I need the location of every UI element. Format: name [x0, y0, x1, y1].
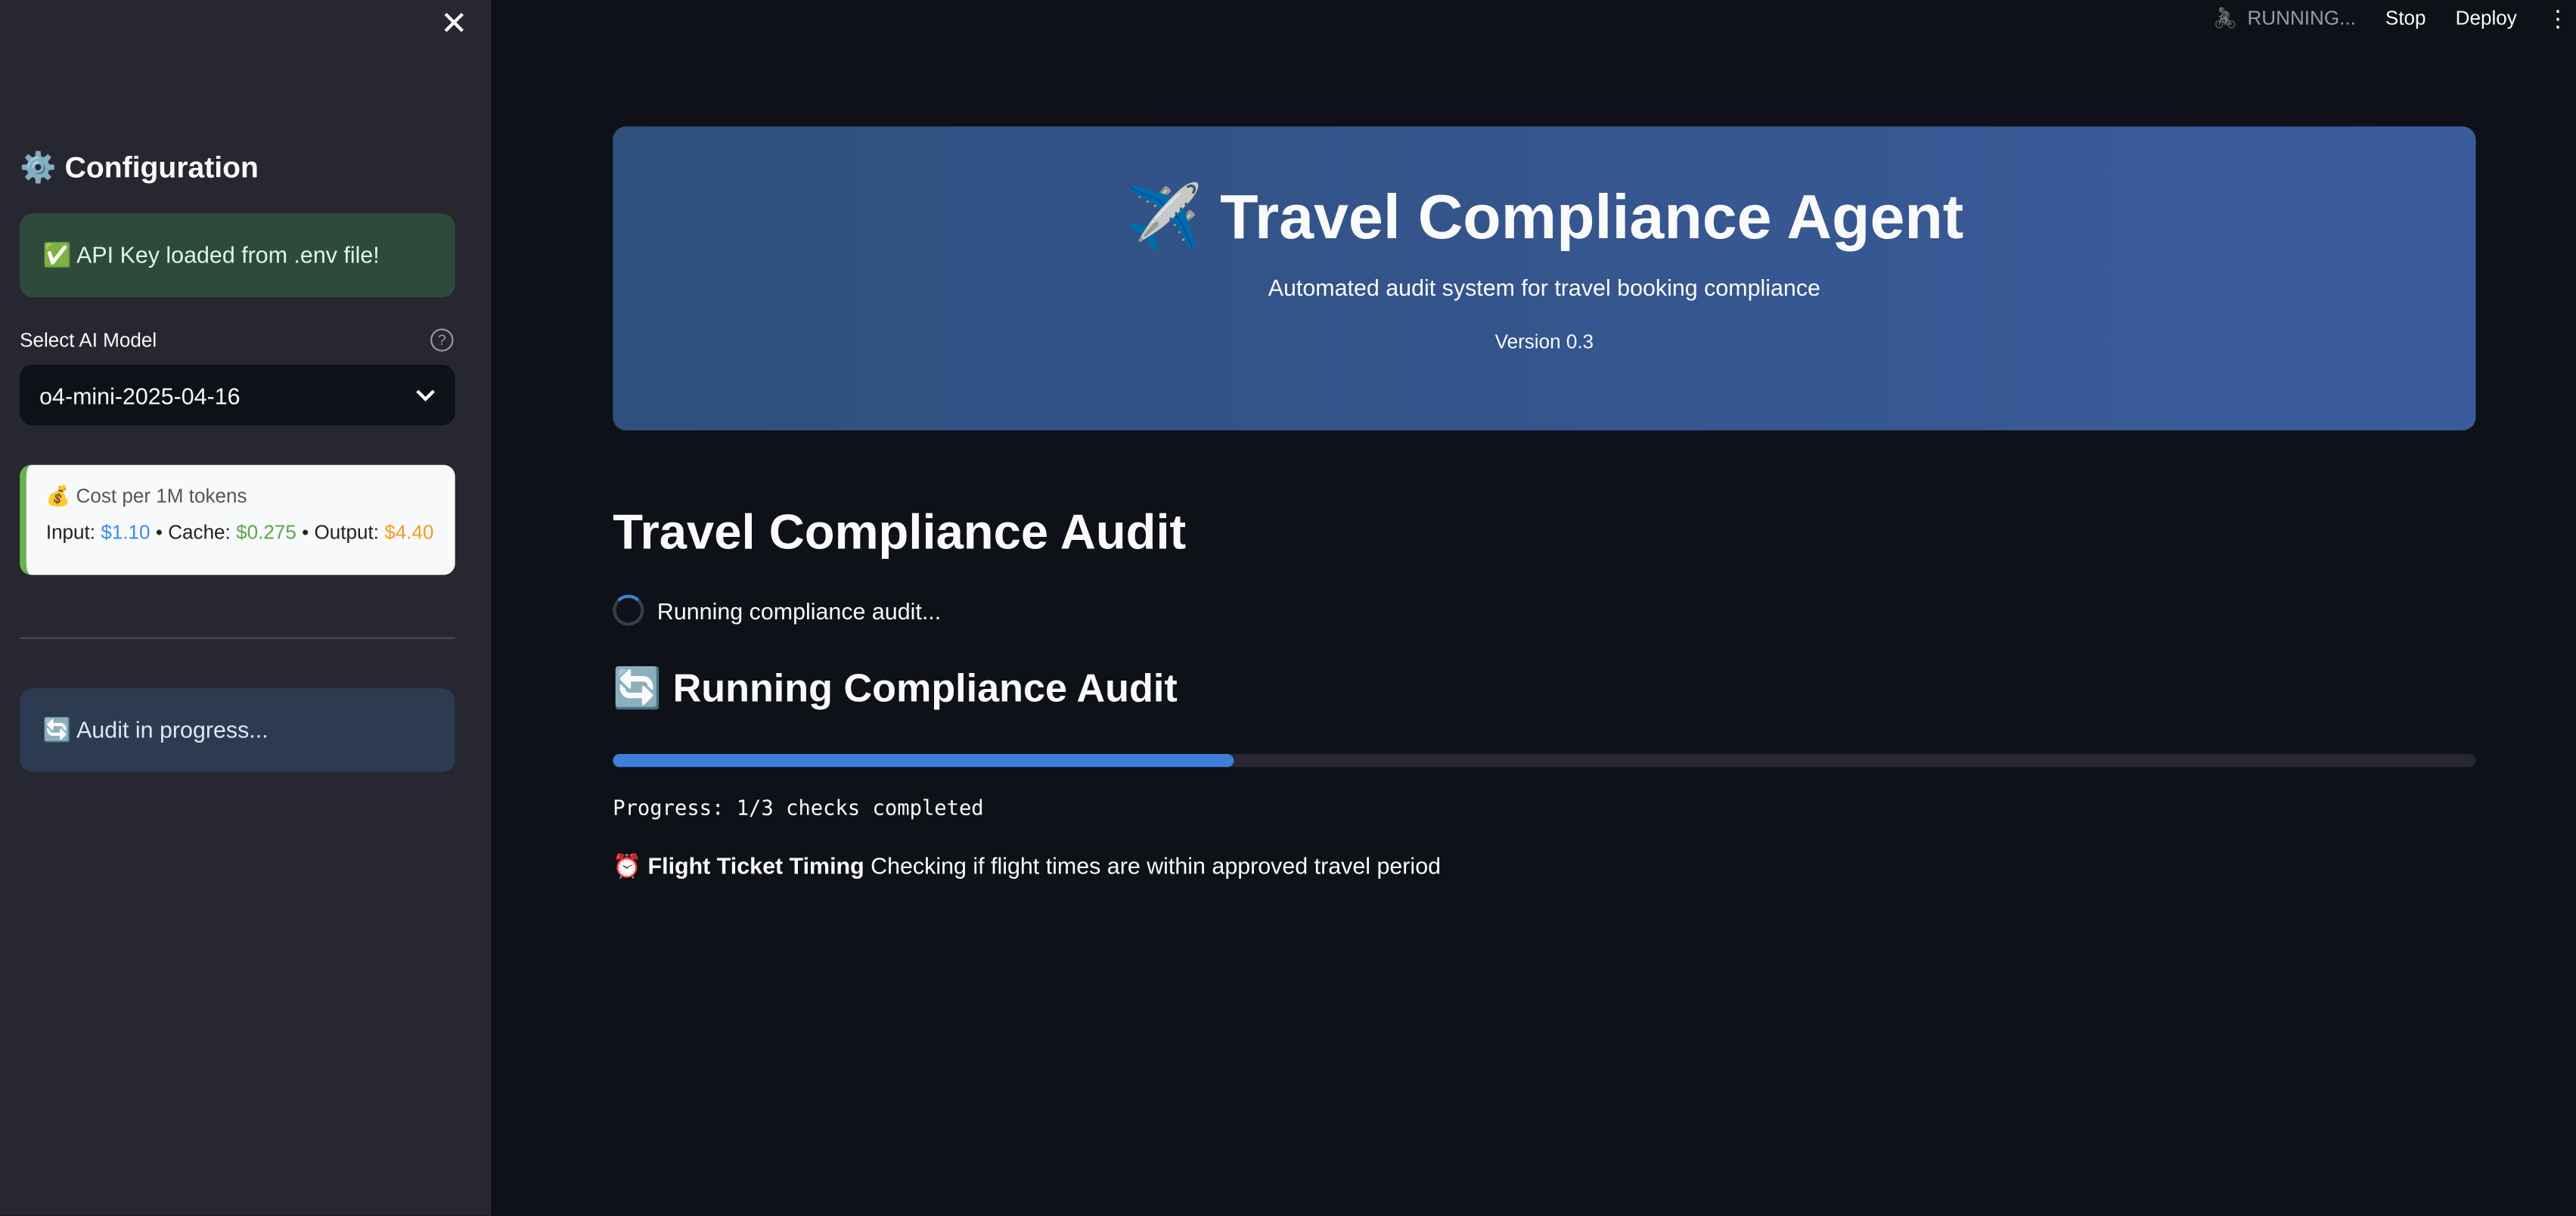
separator: • — [302, 520, 309, 544]
running-status: 🚴 RUNNING... — [2213, 7, 2356, 29]
help-icon[interactable]: ? — [430, 328, 454, 352]
model-select-value: o4-mini-2025-04-16 — [39, 382, 241, 408]
app-subtitle: Automated audit system for travel bookin… — [1268, 274, 1820, 301]
page-title: Travel Compliance Audit — [613, 506, 1187, 560]
output-cost: $4.40 — [384, 520, 434, 544]
app-title: ✈️ Travel Compliance Agent — [1125, 184, 1964, 253]
more-menu-icon[interactable]: ⋮ — [2547, 4, 2569, 32]
model-select-label: Select AI Model — [20, 328, 157, 352]
check-name: Flight Ticket Timing — [647, 852, 864, 879]
hero-banner: ✈️ Travel Compliance Agent Automated aud… — [613, 126, 2476, 431]
spinner-icon — [613, 594, 644, 626]
input-cost: $1.10 — [101, 520, 151, 544]
divider — [20, 637, 455, 639]
sidebar-title-text: Configuration — [64, 150, 259, 185]
alarm-clock-icon: ⏰ — [613, 852, 642, 879]
app-version: Version 0.3 — [1494, 330, 1594, 354]
spinner-text: Running compliance audit... — [656, 597, 942, 624]
gear-icon: ⚙️ — [20, 150, 57, 185]
progress-text: Progress: 1/3 checks completed — [613, 795, 984, 820]
chevron-down-icon — [416, 389, 435, 401]
progress-fill — [613, 754, 1234, 768]
current-check: ⏰ Flight Ticket Timing Checking if fligh… — [613, 852, 1441, 880]
spinner-row: Running compliance audit... — [613, 594, 942, 626]
bicycle-icon: 🚴 — [2212, 6, 2238, 30]
audit-status: 🔄 Audit in progress... — [20, 688, 455, 772]
cost-values: Input: $1.10 • Cache: $0.275 • Output: $… — [46, 521, 436, 544]
close-sidebar-icon[interactable]: ✕ — [440, 3, 467, 44]
api-key-status: ✅ API Key loaded from .env file! — [20, 213, 455, 298]
input-label: Input: — [45, 520, 96, 544]
top-toolbar: 🚴 RUNNING... Stop Deploy ⋮ — [2213, 0, 2576, 36]
sidebar-title: ⚙️ Configuration — [20, 151, 259, 186]
running-text: RUNNING... — [2247, 6, 2356, 30]
model-select[interactable]: o4-mini-2025-04-16 — [20, 364, 455, 426]
cost-card: 💰 Cost per 1M tokens Input: $1.10 • Cach… — [20, 464, 455, 575]
stop-button[interactable]: Stop — [2385, 7, 2426, 29]
separator: • — [155, 520, 163, 544]
output-label: Output: — [314, 520, 379, 544]
cache-label: Cache: — [168, 520, 231, 544]
section-title: 🔄 Running Compliance Audit — [613, 666, 1178, 712]
cache-cost: $0.275 — [236, 520, 296, 544]
deploy-button[interactable]: Deploy — [2456, 7, 2517, 29]
app: ✕ ⚙️ Configuration ✅ API Key loaded from… — [0, 0, 2576, 1216]
sidebar: ✕ ⚙️ Configuration ✅ API Key loaded from… — [0, 0, 492, 1216]
cost-title: 💰 Cost per 1M tokens — [45, 484, 247, 508]
check-description: Checking if flight times are within appr… — [871, 852, 1442, 879]
progress-bar — [613, 754, 2476, 768]
